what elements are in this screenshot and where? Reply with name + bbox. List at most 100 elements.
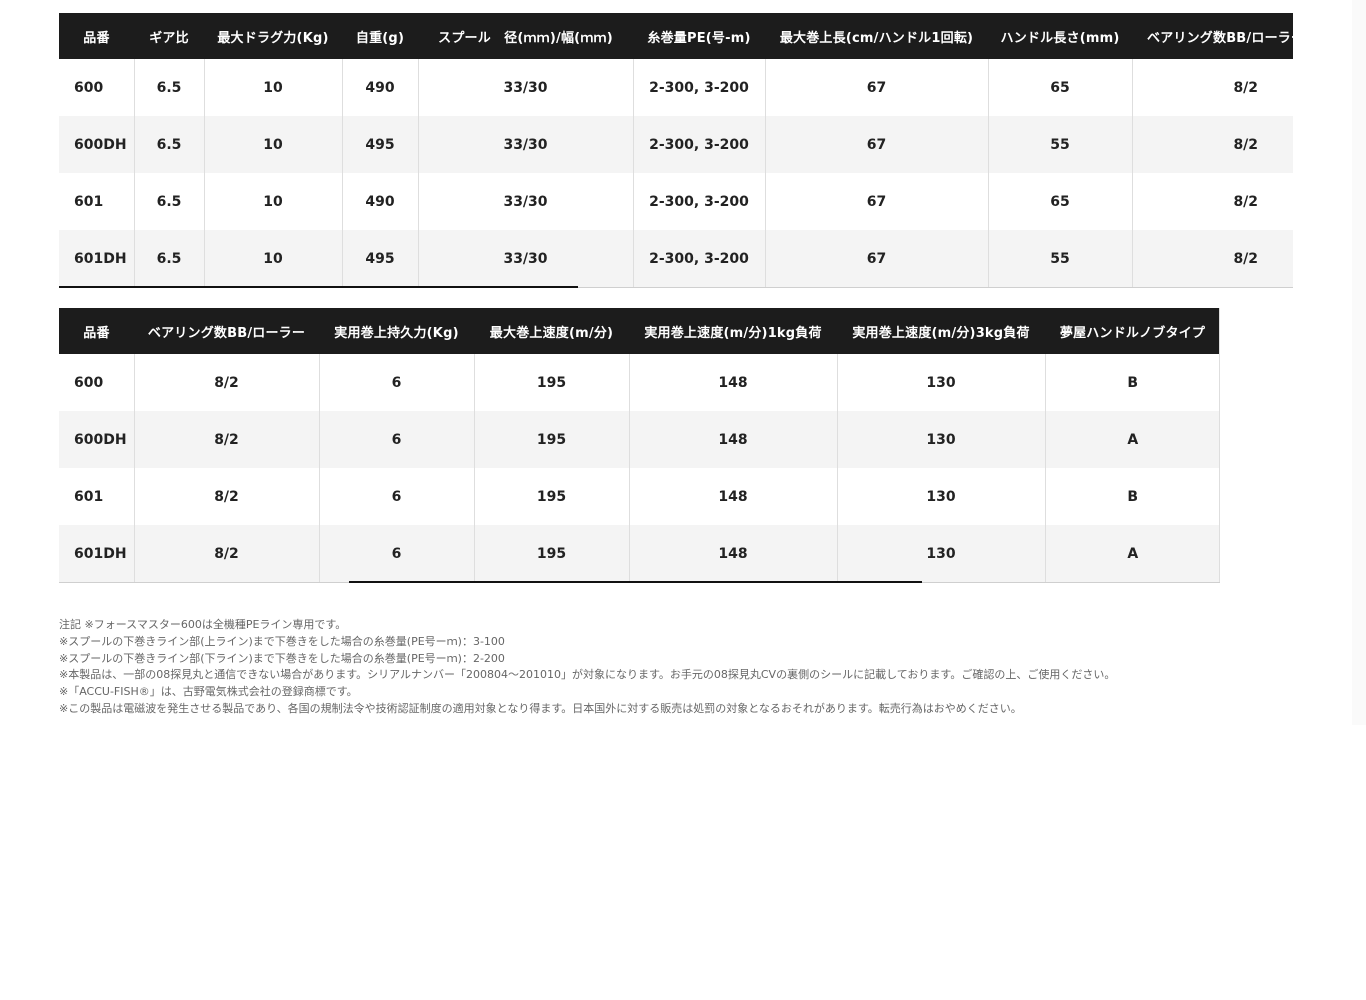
table-cell: 33/30 — [417, 230, 633, 287]
table-cell: 2-300, 3-200 — [632, 59, 765, 116]
table-cell: 33/30 — [417, 173, 633, 230]
table-cell: 148 — [628, 354, 837, 411]
table-cell: 148 — [628, 468, 837, 525]
column-header: スプール 径(ｍｍ)/幅(ｍｍ) — [418, 13, 633, 59]
table-cell: 8/2 — [133, 468, 319, 525]
spec-table-2-scroll-container[interactable]: 品番 ベアリング数BB/ローラー 実用巻上持久力(Kg) 最大巻上速度(m/分)… — [59, 308, 1220, 583]
table-cell: 10 — [203, 230, 342, 287]
table-cell: 55 — [987, 230, 1132, 287]
table-cell: 8/2 — [133, 354, 319, 411]
table-cell: 6.5 — [133, 116, 204, 173]
column-header: 品番 — [59, 308, 134, 354]
footnote-line: ※本製品は、一部の08探見丸と通信できない場合があります。シリアルナンバー「20… — [59, 668, 1116, 682]
table-cell: 601DH — [59, 525, 134, 582]
footnote-line: ※スプールの下巻きライン部(下ライン)まで下巻きをした場合の糸巻量(PE号ーｍ)… — [59, 651, 505, 665]
table-cell: 195 — [473, 468, 629, 525]
page-scroll-rail — [1352, 0, 1366, 725]
column-header: 最大巻上速度(m/分) — [474, 308, 629, 354]
table-cell: 195 — [473, 525, 629, 582]
table-cell: 6 — [318, 411, 474, 468]
table-cell: 8/2 — [1131, 173, 1293, 230]
footnote-line: ※この製品は電磁波を発生させる製品であり、各国の規制法令や技術認証制度の適用対象… — [59, 701, 1022, 715]
table-cell: 33/30 — [417, 116, 633, 173]
table-row: 601DH 6.5 10 495 33/30 2-300, 3-200 67 5… — [59, 230, 1293, 287]
table-cell: 2-300, 3-200 — [632, 173, 765, 230]
table-cell: A — [1044, 411, 1220, 468]
table-cell: 6 — [318, 525, 474, 582]
table-cell: 601 — [59, 468, 134, 525]
table-cell: 67 — [764, 116, 988, 173]
table-row: 601 8/2 6 195 148 130 B — [59, 468, 1220, 525]
table-row: 600DH 6.5 10 495 33/30 2-300, 3-200 67 5… — [59, 116, 1293, 173]
table-cell: 601 — [59, 173, 134, 230]
table-cell: 600DH — [59, 116, 134, 173]
table-cell: 600 — [59, 354, 134, 411]
table-cell: 67 — [764, 59, 988, 116]
column-header: ベアリング数BB/ローラー — [134, 308, 319, 354]
column-header: 品番 — [59, 13, 134, 59]
table-cell: 33/30 — [417, 59, 633, 116]
table-cell: 130 — [836, 525, 1045, 582]
column-header: 自重(g) — [342, 13, 418, 59]
spec-table-1-scroll-container[interactable]: 品番 ギア比 最大ドラグ力(Kg) 自重(g) スプール 径(ｍｍ)/幅(ｍｍ)… — [59, 13, 1293, 288]
table-cell: 6 — [318, 468, 474, 525]
table-cell: 601DH — [59, 230, 134, 287]
table-cell: 65 — [987, 59, 1132, 116]
column-header: 糸巻量PE(号-m) — [633, 13, 765, 59]
table-cell: 65 — [987, 173, 1132, 230]
table-cell: A — [1044, 525, 1220, 582]
table-row: 600 8/2 6 195 148 130 B — [59, 354, 1220, 411]
table-cell: 195 — [473, 354, 629, 411]
table-cell: 130 — [836, 468, 1045, 525]
table-cell: 195 — [473, 411, 629, 468]
table-cell: 6.5 — [133, 173, 204, 230]
horizontal-scrollbar-thumb[interactable] — [349, 581, 922, 583]
column-header: 実用巻上持久力(Kg) — [319, 308, 474, 354]
table-cell: 10 — [203, 116, 342, 173]
table-row: 600DH 8/2 6 195 148 130 A — [59, 411, 1220, 468]
table-cell: 8/2 — [1131, 116, 1293, 173]
table-header-row: 品番 ギア比 最大ドラグ力(Kg) 自重(g) スプール 径(ｍｍ)/幅(ｍｍ)… — [59, 13, 1293, 59]
table-cell: 2-300, 3-200 — [632, 116, 765, 173]
footnote-line: ※「ACCU-FISH®」は、古野電気株式会社の登録商標です。 — [59, 685, 358, 699]
table-cell: 67 — [764, 173, 988, 230]
table-cell: 600 — [59, 59, 134, 116]
table-cell: 8/2 — [133, 411, 319, 468]
table-cell: 495 — [341, 230, 418, 287]
footnote-line: ※スプールの下巻きライン部(上ライン)まで下巻きをした場合の糸巻量(PE号ーｍ)… — [59, 634, 505, 648]
footnote-line: 注記 ※フォースマスター600は全機種PEライン専用です。 — [59, 618, 347, 631]
table-cell: 130 — [836, 411, 1045, 468]
table-cell: 148 — [628, 411, 837, 468]
table-cell: B — [1044, 468, 1220, 525]
column-header: ベアリング数BB/ローラー — [1132, 13, 1293, 59]
table-row: 601DH 8/2 6 195 148 130 A — [59, 525, 1220, 582]
table-cell: 148 — [628, 525, 837, 582]
table-row: 600 6.5 10 490 33/30 2-300, 3-200 67 65 … — [59, 59, 1293, 116]
table-row: 601 6.5 10 490 33/30 2-300, 3-200 67 65 … — [59, 173, 1293, 230]
table-cell: 55 — [987, 116, 1132, 173]
horizontal-scrollbar-thumb[interactable] — [59, 286, 578, 288]
table-cell: 2-300, 3-200 — [632, 230, 765, 287]
table-cell: 490 — [341, 173, 418, 230]
table-cell: 490 — [341, 59, 418, 116]
column-header: 実用巻上速度(m/分)3kg負荷 — [837, 308, 1045, 354]
table-cell: 8/2 — [1131, 230, 1293, 287]
footnotes: 注記 ※フォースマスター600は全機種PEライン専用です。 ※スプールの下巻きラ… — [59, 617, 1309, 718]
table-right-border — [1219, 308, 1220, 583]
table-cell: 600DH — [59, 411, 134, 468]
table-cell: 67 — [764, 230, 988, 287]
table-cell: 6.5 — [133, 230, 204, 287]
spec-table-2: 品番 ベアリング数BB/ローラー 実用巻上持久力(Kg) 最大巻上速度(m/分)… — [59, 308, 1220, 582]
table-cell: 130 — [836, 354, 1045, 411]
table-cell: 8/2 — [133, 525, 319, 582]
table-header-row: 品番 ベアリング数BB/ローラー 実用巻上持久力(Kg) 最大巻上速度(m/分)… — [59, 308, 1220, 354]
table-cell: 10 — [203, 59, 342, 116]
table-cell: 6.5 — [133, 59, 204, 116]
table-cell: 6 — [318, 354, 474, 411]
table-cell: 8/2 — [1131, 59, 1293, 116]
table-cell: 10 — [203, 173, 342, 230]
column-header: 最大巻上長(cm/ハンドル1回転) — [765, 13, 988, 59]
spec-table-1: 品番 ギア比 最大ドラグ力(Kg) 自重(g) スプール 径(ｍｍ)/幅(ｍｍ)… — [59, 13, 1293, 287]
column-header: ハンドル長さ(mm) — [988, 13, 1132, 59]
column-header: 実用巻上速度(m/分)1kg負荷 — [629, 308, 837, 354]
